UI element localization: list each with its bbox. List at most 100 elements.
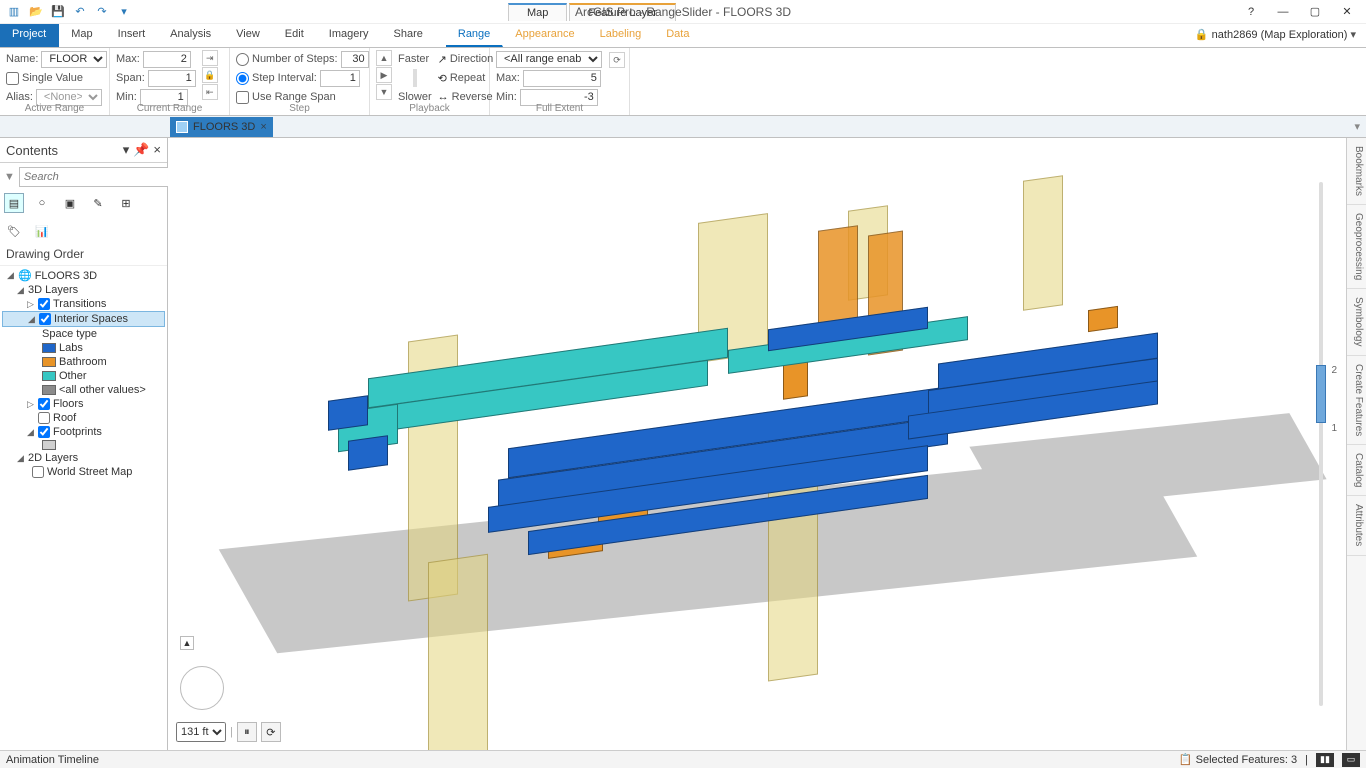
doc-tab-menu-icon[interactable]: ▾ — [1354, 120, 1366, 133]
pane-menu-icon[interactable]: ▾ — [123, 142, 130, 158]
tree-allother[interactable]: <all other values> — [59, 384, 146, 396]
quick-access-toolbar: ▥ 📂 💾 ↶ ↷ ▾ — [0, 4, 138, 20]
scale-select[interactable]: 131 ft — [176, 722, 226, 742]
tab-data[interactable]: Data — [654, 24, 702, 47]
stepint-input[interactable] — [320, 70, 360, 87]
list-editing-icon[interactable]: ✎ — [88, 193, 108, 213]
lock-max-icon[interactable]: ⇥ — [202, 50, 218, 66]
swatch-allother — [42, 385, 56, 395]
tab-labeling[interactable]: Labeling — [588, 24, 655, 47]
scene-view[interactable]: Bookmarks Geoprocessing Symbology Create… — [168, 138, 1366, 750]
signed-in-user[interactable]: 🔒 nath2869 (Map Exploration) ▾ — [1185, 24, 1366, 47]
help-icon[interactable]: ? — [1242, 3, 1260, 21]
tree-footprints[interactable]: Footprints — [53, 426, 102, 438]
chk-wsm[interactable] — [32, 466, 44, 478]
tab-project[interactable]: Project — [0, 24, 59, 47]
minimize-button[interactable]: — — [1274, 3, 1292, 21]
open-icon[interactable]: 📂 — [28, 4, 44, 20]
sidetab-create-features[interactable]: Create Features — [1347, 356, 1366, 445]
numsteps-radio[interactable] — [236, 51, 249, 68]
sidetab-bookmarks[interactable]: Bookmarks — [1347, 138, 1366, 205]
tab-map[interactable]: Map — [59, 24, 105, 47]
numsteps-input[interactable] — [341, 51, 369, 68]
direction-label[interactable]: Direction — [450, 53, 493, 65]
reverse-label[interactable]: Reverse — [452, 91, 493, 103]
tree-2d-layers[interactable]: 2D Layers — [28, 452, 78, 464]
refresh-extent-icon[interactable]: ⟳ — [609, 52, 625, 68]
list-source-icon[interactable]: ○ — [32, 193, 52, 213]
list-snapping-icon[interactable]: ⊞ — [116, 193, 136, 213]
play-icon[interactable]: ▶ — [376, 67, 392, 83]
tree-bathroom[interactable]: Bathroom — [59, 356, 107, 368]
maximize-button[interactable]: ▢ — [1306, 3, 1324, 21]
selected-features-label[interactable]: 📋 Selected Features: 3 — [1179, 753, 1297, 766]
tree-labs[interactable]: Labs — [59, 342, 83, 354]
name-select[interactable]: FLOOR — [41, 51, 107, 68]
search-input[interactable] — [19, 167, 172, 187]
fullextent-layers-select[interactable]: <All range enabled data> — [496, 51, 602, 68]
list-labeling-icon[interactable]: 🏷 — [4, 221, 24, 241]
list-selection-icon[interactable]: ▣ — [60, 193, 80, 213]
fe-max-input[interactable] — [523, 70, 601, 87]
tree-floors[interactable]: Floors — [53, 398, 84, 410]
pause-draw-icon[interactable]: ⏸ — [237, 722, 257, 742]
stepint-radio[interactable] — [236, 70, 249, 87]
redo-icon[interactable]: ↷ — [94, 4, 110, 20]
chk-interior[interactable] — [39, 313, 51, 325]
cr-span-input[interactable] — [148, 70, 196, 87]
save-icon[interactable]: 💾 — [50, 4, 66, 20]
tab-appearance[interactable]: Appearance — [503, 24, 587, 47]
step-back-icon[interactable]: ▼ — [376, 84, 392, 100]
tree-world-street-map[interactable]: World Street Map — [47, 466, 132, 478]
expand-up-icon[interactable]: ▲ — [180, 636, 194, 650]
tab-analysis[interactable]: Analysis — [158, 24, 224, 47]
filter-icon[interactable]: ▼ — [4, 171, 15, 183]
tab-insert[interactable]: Insert — [106, 24, 159, 47]
tree-interior-spaces[interactable]: Interior Spaces — [54, 313, 128, 325]
sb-view-icon[interactable]: ▭ — [1342, 753, 1360, 767]
list-chart-icon[interactable]: 📊 — [32, 221, 52, 241]
step-forward-icon[interactable]: ▲ — [376, 50, 392, 66]
chk-floors[interactable] — [38, 398, 50, 410]
navigator-wheel[interactable] — [180, 666, 224, 710]
tree-other[interactable]: Other — [59, 370, 87, 382]
list-drawing-order-icon[interactable]: ▤ — [4, 193, 24, 213]
speed-slider[interactable] — [413, 69, 417, 87]
chk-roof[interactable] — [38, 412, 50, 424]
qat-dropdown-icon[interactable]: ▾ — [116, 4, 132, 20]
close-tab-icon[interactable]: × — [260, 121, 266, 133]
range-thumb[interactable] — [1316, 365, 1326, 423]
tab-share[interactable]: Share — [382, 24, 436, 47]
cr-max-input[interactable] — [143, 51, 191, 68]
tree-3d-layers[interactable]: 3D Layers — [28, 284, 78, 296]
refresh-draw-icon[interactable]: ⟳ — [261, 722, 281, 742]
sb-pause-icon[interactable]: ▮▮ — [1316, 753, 1334, 767]
pane-pin-icon[interactable]: 📌 — [133, 142, 149, 158]
sidetab-symbology[interactable]: Symbology — [1347, 289, 1366, 355]
tab-view[interactable]: View — [224, 24, 273, 47]
tab-edit[interactable]: Edit — [273, 24, 317, 47]
lock-min-icon[interactable]: ⇤ — [202, 84, 218, 100]
tab-imagery[interactable]: Imagery — [317, 24, 382, 47]
sidetab-geoprocessing[interactable]: Geoprocessing — [1347, 205, 1366, 289]
undo-icon[interactable]: ↶ — [72, 4, 88, 20]
chk-transitions[interactable] — [38, 298, 50, 310]
status-sep: | — [1305, 754, 1308, 766]
alias-label: Alias: — [6, 91, 33, 103]
sidetab-attributes[interactable]: Attributes — [1347, 496, 1366, 555]
tree-roof[interactable]: Roof — [53, 412, 76, 424]
repeat-label[interactable]: Repeat — [450, 72, 485, 84]
close-button[interactable]: ✕ — [1338, 3, 1356, 21]
chk-footprints[interactable] — [38, 426, 50, 438]
single-value-checkbox[interactable] — [6, 70, 19, 87]
doc-tab-floors3d[interactable]: FLOORS 3D × — [170, 117, 273, 137]
new-project-icon[interactable]: ▥ — [6, 4, 22, 20]
tree-scene[interactable]: FLOORS 3D — [35, 270, 97, 282]
tab-range[interactable]: Range — [446, 24, 503, 47]
range-slider[interactable]: 2 1 — [1306, 178, 1336, 710]
sidetab-catalog[interactable]: Catalog — [1347, 445, 1366, 496]
status-left[interactable]: Animation Timeline — [6, 754, 99, 766]
tree-transitions[interactable]: Transitions — [53, 298, 106, 310]
pane-close-icon[interactable]: × — [153, 142, 161, 158]
lock-span-icon[interactable]: 🔒 — [202, 67, 218, 83]
